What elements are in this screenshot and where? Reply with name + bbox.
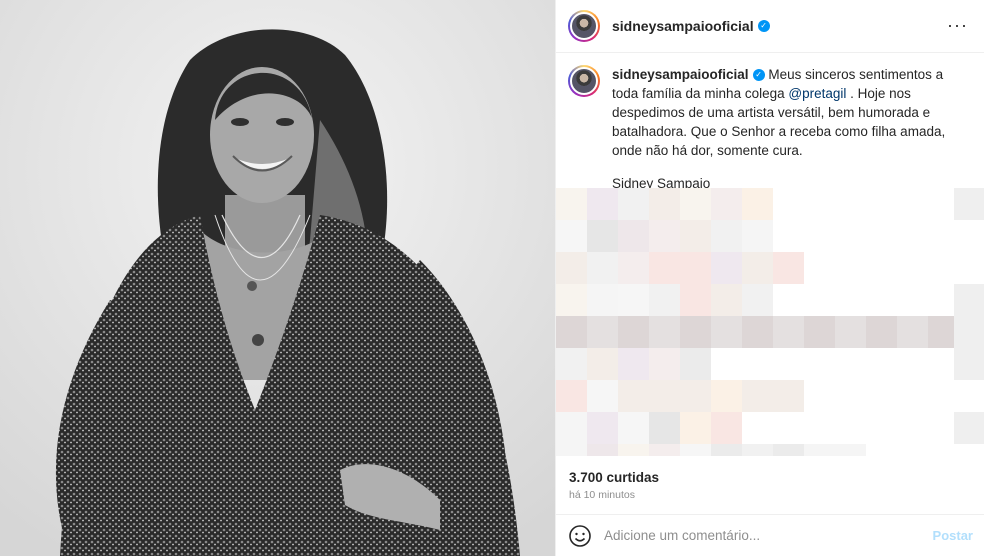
pixel-block xyxy=(587,252,618,284)
pixel-block xyxy=(680,444,711,456)
pixel-block xyxy=(618,380,649,412)
pixel-block xyxy=(649,412,680,444)
post-viewer: sidneysampaiooficial ✓ ··· sidneysampaio… xyxy=(0,0,984,556)
pixel-block xyxy=(711,444,742,456)
caption-mention-link[interactable]: @pretagil xyxy=(788,86,846,101)
comment-bar: Adicione um comentário... Postar xyxy=(556,514,984,556)
pixel-block xyxy=(556,412,587,444)
pixel-block xyxy=(954,412,984,444)
pixel-block xyxy=(587,348,618,380)
pixel-block xyxy=(954,348,984,380)
pixel-block xyxy=(556,188,587,220)
pixel-block xyxy=(804,444,835,456)
header-username[interactable]: sidneysampaiooficial xyxy=(612,18,754,34)
pixel-block xyxy=(649,284,680,316)
pixel-block xyxy=(618,284,649,316)
pixel-block xyxy=(556,284,587,316)
pixel-block xyxy=(680,252,711,284)
portrait-image xyxy=(0,0,555,556)
pixel-block xyxy=(711,188,742,220)
more-options-icon[interactable]: ··· xyxy=(947,16,968,34)
pixel-block xyxy=(954,316,984,348)
pixel-block xyxy=(587,316,618,348)
likes-count[interactable]: 3.700 curtidas xyxy=(569,470,659,485)
pixel-block xyxy=(649,348,680,380)
comment-input[interactable]: Adicione um comentário... xyxy=(604,528,933,543)
pixel-block xyxy=(742,252,773,284)
pixel-block xyxy=(711,252,742,284)
pixel-block xyxy=(711,220,742,252)
pixel-block xyxy=(649,252,680,284)
post-time: há 10 minutos xyxy=(569,489,635,501)
pixel-block xyxy=(587,284,618,316)
pixel-block xyxy=(556,380,587,412)
pixel-block xyxy=(618,220,649,252)
pixel-block xyxy=(680,316,711,348)
post-side-panel: sidneysampaiooficial ✓ ··· sidneysampaio… xyxy=(555,0,984,556)
verified-badge-icon: ✓ xyxy=(757,20,770,32)
pixel-block xyxy=(618,188,649,220)
pixel-block xyxy=(742,316,773,348)
pixel-block xyxy=(618,348,649,380)
pixel-block xyxy=(618,444,649,456)
pixel-block xyxy=(680,348,711,380)
pixel-block xyxy=(866,316,897,348)
pixel-block xyxy=(954,284,984,316)
pixel-block xyxy=(649,444,680,456)
comments-area-blurred xyxy=(556,188,984,456)
pixel-block xyxy=(618,252,649,284)
pixel-block xyxy=(587,188,618,220)
pixel-block xyxy=(711,316,742,348)
pixel-block xyxy=(742,188,773,220)
post-photo[interactable] xyxy=(0,0,555,556)
pixel-block xyxy=(587,220,618,252)
pixel-block xyxy=(835,316,866,348)
pixel-block xyxy=(773,316,804,348)
pixel-block xyxy=(742,284,773,316)
pixel-block xyxy=(742,444,773,456)
pixel-block xyxy=(649,380,680,412)
pixel-block xyxy=(587,412,618,444)
pixel-block xyxy=(897,316,928,348)
post-comment-button[interactable]: Postar xyxy=(933,528,973,543)
pixel-block xyxy=(680,188,711,220)
pixel-block xyxy=(556,252,587,284)
avatar-image xyxy=(570,12,598,40)
pixel-block xyxy=(711,412,742,444)
pixel-block xyxy=(556,444,587,456)
pixel-block xyxy=(556,348,587,380)
pixel-block xyxy=(618,412,649,444)
pixel-block xyxy=(649,316,680,348)
pixel-block xyxy=(618,316,649,348)
avatar[interactable] xyxy=(568,10,600,42)
pixel-block xyxy=(649,220,680,252)
pixel-block xyxy=(587,380,618,412)
pixel-block xyxy=(556,316,587,348)
smiley-icon[interactable] xyxy=(568,524,592,548)
pixel-block xyxy=(804,316,835,348)
pixel-block xyxy=(742,220,773,252)
pixel-block xyxy=(742,380,773,412)
pixel-block xyxy=(587,444,618,456)
caption-username[interactable]: sidneysampaiooficial xyxy=(612,67,749,82)
pixel-block xyxy=(835,444,866,456)
pixel-block xyxy=(711,380,742,412)
pixel-block xyxy=(773,380,804,412)
pixel-block xyxy=(649,188,680,220)
pixel-block xyxy=(680,220,711,252)
pixel-block xyxy=(773,252,804,284)
pixel-block xyxy=(711,284,742,316)
pixel-block xyxy=(680,380,711,412)
post-header: sidneysampaiooficial ✓ ··· xyxy=(556,0,984,53)
verified-badge-icon: ✓ xyxy=(752,69,765,82)
pixel-block xyxy=(773,444,804,456)
pixel-block xyxy=(680,412,711,444)
pixel-block xyxy=(954,188,984,220)
avatar-image xyxy=(570,67,598,95)
pixel-block xyxy=(680,284,711,316)
caption-avatar[interactable] xyxy=(568,65,600,97)
pixel-block xyxy=(556,220,587,252)
